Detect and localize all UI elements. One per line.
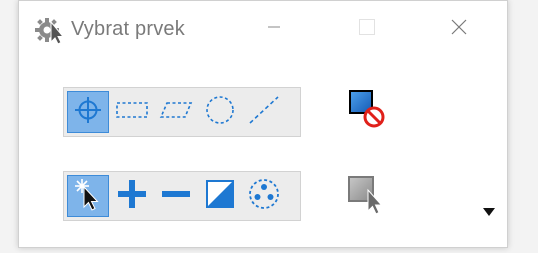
crosshair-icon bbox=[72, 94, 104, 131]
line-select-icon bbox=[246, 93, 282, 132]
window-title: Vybrat prvek bbox=[71, 18, 185, 40]
new-selection-icon bbox=[72, 176, 104, 217]
chevron-down-icon bbox=[481, 206, 497, 223]
deselect-all-icon bbox=[343, 85, 389, 136]
intersect-icon bbox=[247, 177, 281, 216]
selection-mode-toolbar bbox=[63, 171, 301, 221]
crosshair-select-button[interactable] bbox=[67, 91, 109, 133]
add-to-selection-button[interactable] bbox=[111, 175, 153, 217]
title-bar[interactable]: Vybrat prvek bbox=[19, 1, 507, 59]
minimize-icon bbox=[266, 19, 282, 40]
circle-select-button[interactable] bbox=[199, 91, 241, 133]
rectangle-select-button[interactable] bbox=[111, 91, 153, 133]
selection-method-toolbar bbox=[63, 87, 301, 137]
close-button[interactable] bbox=[437, 9, 481, 49]
invert-selection-button[interactable] bbox=[199, 175, 241, 217]
settings-cursor-icon bbox=[33, 15, 67, 45]
shape-select-icon bbox=[158, 98, 194, 127]
subtract-icon bbox=[160, 178, 192, 215]
minimize-button[interactable] bbox=[252, 9, 296, 49]
circle-select-icon bbox=[203, 93, 237, 132]
line-select-button[interactable] bbox=[243, 91, 285, 133]
select-all-button[interactable] bbox=[341, 171, 391, 221]
intersect-selection-button[interactable] bbox=[243, 175, 285, 217]
add-icon bbox=[116, 178, 148, 215]
deselect-all-button[interactable] bbox=[341, 85, 391, 135]
subtract-from-selection-button[interactable] bbox=[155, 175, 197, 217]
select-element-window: Vybrat prvek bbox=[18, 0, 508, 248]
maximize-icon bbox=[358, 18, 376, 41]
new-selection-button[interactable] bbox=[67, 175, 109, 217]
options-dropdown-button[interactable] bbox=[481, 205, 497, 219]
invert-icon bbox=[204, 178, 236, 215]
maximize-button[interactable] bbox=[345, 9, 389, 49]
close-icon bbox=[450, 18, 468, 41]
select-all-icon bbox=[343, 171, 389, 222]
rectangle-select-icon bbox=[114, 98, 150, 127]
shape-select-button[interactable] bbox=[155, 91, 197, 133]
